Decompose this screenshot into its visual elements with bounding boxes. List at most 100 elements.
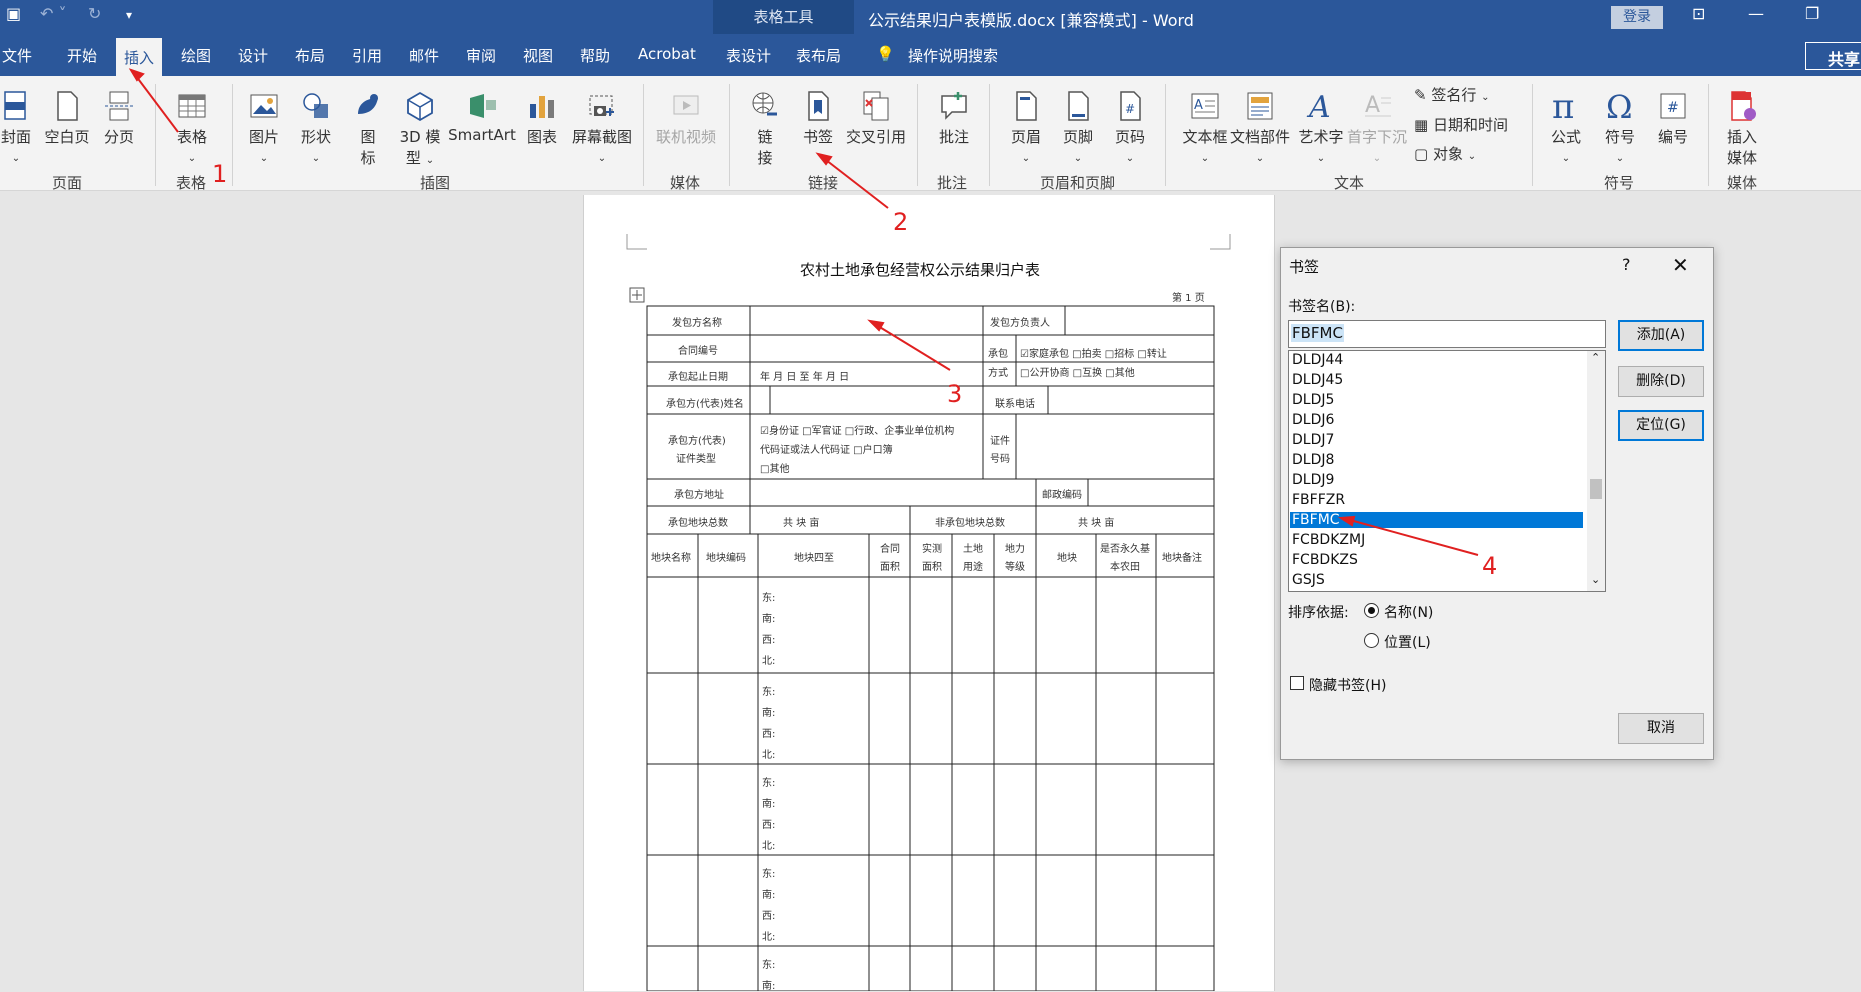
tab-help[interactable]: 帮助 bbox=[580, 45, 610, 66]
cancel-button[interactable]: 取消 bbox=[1618, 713, 1704, 744]
svg-text:A: A bbox=[1194, 98, 1203, 113]
list-item[interactable]: DLDJ9 bbox=[1292, 472, 1334, 488]
tab-design[interactable]: 设计 bbox=[238, 45, 268, 66]
shapes-button[interactable]: 形状 ⌄ bbox=[298, 90, 334, 165]
bookmark-button[interactable]: 书签 bbox=[801, 90, 835, 147]
svg-text:A: A bbox=[1365, 93, 1380, 118]
symbol-button[interactable]: Ω 符号 ⌄ bbox=[1602, 90, 1638, 165]
tab-mailings[interactable]: 邮件 bbox=[409, 45, 439, 66]
insert-media-button[interactable]: 插入 媒体 bbox=[1724, 90, 1760, 168]
login-button[interactable]: 登录 bbox=[1611, 6, 1663, 29]
label-id-type-1: 承包方(代表) bbox=[668, 436, 726, 447]
page-break-label: 分页 bbox=[103, 128, 134, 146]
list-item[interactable]: FCBDKZS bbox=[1292, 552, 1358, 568]
ribbon-display-icon[interactable]: ⊡ bbox=[1692, 4, 1705, 23]
tab-table-design[interactable]: 表设计 bbox=[726, 45, 771, 66]
tab-table-layout[interactable]: 表布局 bbox=[796, 45, 841, 66]
tab-draw[interactable]: 绘图 bbox=[181, 45, 211, 66]
tell-me-search[interactable]: 操作说明搜索 bbox=[908, 45, 998, 66]
list-item[interactable]: DLDJ7 bbox=[1292, 432, 1334, 448]
total-plots-value: 共 块 亩 bbox=[783, 518, 820, 529]
tab-references[interactable]: 引用 bbox=[352, 45, 382, 66]
chart-button[interactable]: 图表 bbox=[526, 90, 558, 147]
link-label-1: 链 bbox=[757, 128, 773, 146]
list-item[interactable]: GSJS bbox=[1292, 572, 1325, 588]
delete-button[interactable]: 删除(D) bbox=[1618, 366, 1704, 397]
scroll-thumb[interactable] bbox=[1590, 479, 1602, 499]
tab-insert[interactable]: 插入 bbox=[116, 38, 163, 76]
tab-file[interactable]: 文件 bbox=[2, 45, 32, 66]
hidden-bookmarks-checkbox[interactable] bbox=[1290, 676, 1304, 690]
screenshot-button[interactable]: 屏幕截图 ⌄ bbox=[570, 90, 634, 165]
scroll-up-icon[interactable]: ⌃ bbox=[1591, 351, 1600, 364]
sort-name-radio[interactable] bbox=[1364, 603, 1379, 618]
insert-media-label-2: 媒体 bbox=[1726, 149, 1757, 167]
list-item[interactable]: DLDJ45 bbox=[1292, 372, 1343, 388]
svg-text:#: # bbox=[1125, 102, 1135, 116]
date-time-button[interactable]: ▦ 日期和时间 bbox=[1414, 114, 1508, 135]
header-button[interactable]: 页眉 ⌄ bbox=[1010, 90, 1042, 165]
tab-acrobat[interactable]: Acrobat bbox=[638, 45, 696, 63]
redo-icon[interactable]: ↻ bbox=[88, 4, 101, 23]
list-item[interactable]: DLDJ6 bbox=[1292, 412, 1334, 428]
goto-button[interactable]: 定位(G) bbox=[1618, 410, 1704, 441]
comment-button[interactable]: 批注 bbox=[936, 90, 972, 147]
list-item[interactable]: DLDJ8 bbox=[1292, 452, 1334, 468]
bookmark-list[interactable]: DLDJ44 DLDJ45 DLDJ5 DLDJ6 DLDJ7 DLDJ8 DL… bbox=[1288, 350, 1606, 592]
footer-button[interactable]: 页脚 ⌄ bbox=[1062, 90, 1094, 165]
close-icon[interactable]: ✕ bbox=[1672, 253, 1689, 277]
icons-button[interactable]: 图标 bbox=[352, 90, 384, 168]
list-item[interactable]: FCBDKZMJ bbox=[1292, 532, 1365, 548]
pictures-button[interactable]: 图片 ⌄ bbox=[246, 90, 282, 165]
list-item-selected[interactable]: FBFMC bbox=[1290, 512, 1583, 528]
wordart-button[interactable]: A 艺术字 ⌄ bbox=[1298, 90, 1344, 165]
smartart-button[interactable]: SmartArt bbox=[446, 90, 518, 144]
share-button[interactable]: 共享 bbox=[1805, 42, 1861, 70]
add-button[interactable]: 添加(A) bbox=[1618, 320, 1704, 351]
quick-parts-button[interactable]: 文档部件 ⌄ bbox=[1228, 90, 1292, 165]
online-video-icon bbox=[673, 95, 699, 115]
tab-view[interactable]: 视图 bbox=[523, 45, 553, 66]
icons-icon bbox=[358, 94, 378, 114]
list-item[interactable]: FBFFZR bbox=[1292, 492, 1345, 508]
equation-button[interactable]: π 公式 ⌄ bbox=[1548, 90, 1584, 165]
list-scrollbar[interactable]: ⌃ ⌄ bbox=[1587, 351, 1605, 591]
tab-home[interactable]: 开始 bbox=[67, 45, 97, 66]
calendar-icon: ▦ bbox=[1414, 116, 1429, 134]
cover-page-button[interactable]: 封面 ⌄ bbox=[0, 90, 32, 165]
tab-review[interactable]: 审阅 bbox=[466, 45, 496, 66]
scroll-down-icon[interactable]: ⌄ bbox=[1591, 573, 1600, 586]
signature-icon: ✎ bbox=[1414, 86, 1427, 104]
link-label-2: 接 bbox=[757, 149, 773, 167]
minimize-icon[interactable]: — bbox=[1748, 4, 1764, 23]
restore-icon[interactable]: ❐ bbox=[1805, 4, 1819, 23]
page-break-button[interactable]: 分页 bbox=[102, 90, 136, 147]
label-mode-2: 方式 bbox=[988, 368, 1008, 379]
signature-line-button[interactable]: ✎ 签名行 ⌄ bbox=[1414, 84, 1490, 105]
group-header-footer: 页眉和页脚 bbox=[1040, 174, 1116, 192]
bookmark-name-input[interactable]: FBFMC bbox=[1288, 320, 1606, 348]
numbering-button[interactable]: # 编号 bbox=[1656, 90, 1690, 147]
save-icon[interactable]: ▣ bbox=[6, 4, 21, 23]
3d-models-button[interactable]: 3D 模型 ⌄ bbox=[398, 90, 442, 168]
list-item[interactable]: DLDJ44 bbox=[1292, 352, 1343, 368]
blank-page-button[interactable]: 空白页 bbox=[44, 90, 90, 147]
undo-icon[interactable]: ↶ ˅ bbox=[40, 4, 67, 23]
text-box-button[interactable]: A 文本框 ⌄ bbox=[1182, 90, 1228, 165]
drop-cap-label: 首字下沉 bbox=[1346, 128, 1407, 146]
label-cbf-name: 承包方(代表)姓名 bbox=[666, 399, 744, 410]
lightbulb-icon: 💡 bbox=[876, 45, 895, 63]
list-item[interactable]: DLDJ5 bbox=[1292, 392, 1334, 408]
page-number-button[interactable]: # 页码 ⌄ bbox=[1114, 90, 1146, 165]
cover-label: 封面 bbox=[0, 128, 31, 146]
sort-position-radio[interactable] bbox=[1364, 633, 1379, 648]
link-button[interactable]: 链接 bbox=[748, 90, 782, 168]
cross-reference-button[interactable]: 交叉引用 bbox=[846, 90, 906, 147]
object-button[interactable]: ▢ 对象 ⌄ bbox=[1414, 143, 1476, 164]
label-phone: 联系电话 bbox=[995, 399, 1035, 410]
3d-label-2: 型 bbox=[405, 149, 421, 167]
help-icon[interactable]: ? bbox=[1622, 255, 1631, 274]
table-button[interactable]: 表格 ⌄ bbox=[174, 90, 210, 165]
tab-layout[interactable]: 布局 bbox=[295, 45, 325, 66]
customize-qat-icon[interactable]: ▾ bbox=[126, 8, 132, 22]
